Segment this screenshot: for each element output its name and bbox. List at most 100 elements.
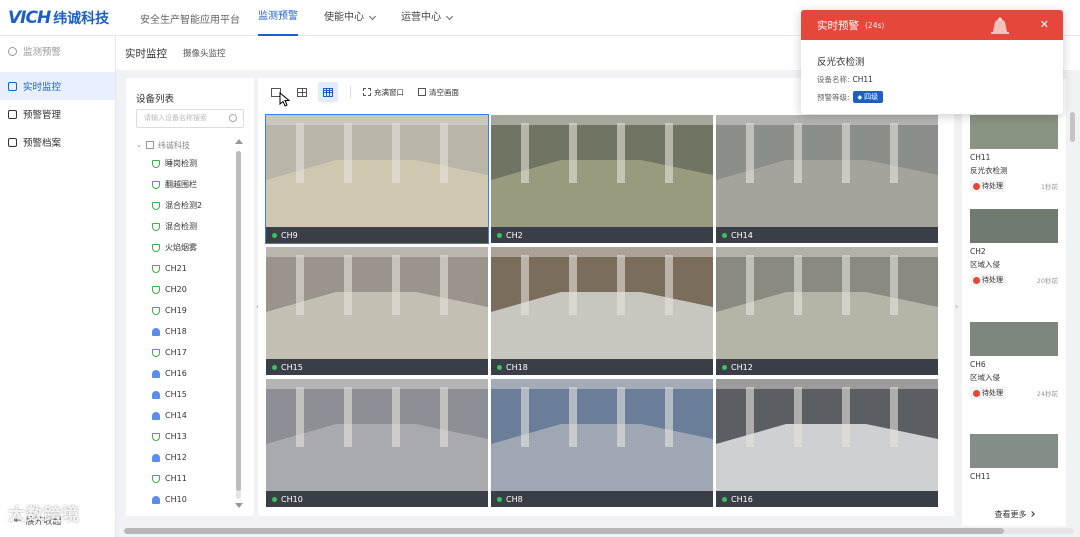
camera-label: CH16 [731, 494, 753, 504]
live-status-icon [722, 232, 727, 238]
device-tree-item[interactable]: CH10 [136, 489, 234, 510]
device-tree-item[interactable]: CH15 [136, 384, 234, 405]
sidebar-item-alert-manage[interactable]: 预警管理 [0, 100, 115, 128]
device-tree-item[interactable]: CH17 [136, 342, 234, 363]
camera-tile[interactable]: CH18 [491, 247, 713, 375]
monitor-icon [8, 81, 17, 91]
device-tree-item-label: CH16 [165, 369, 187, 378]
live-status-icon [497, 364, 502, 370]
scroll-down-arrow[interactable] [235, 503, 243, 508]
camera-icon [152, 159, 160, 168]
alarm-camera: CH2 [970, 247, 986, 256]
live-status-icon [722, 496, 727, 502]
camera-tile[interactable]: CH16 [716, 379, 938, 507]
search-icon[interactable] [229, 114, 237, 122]
level-value: 四级 [864, 93, 879, 101]
close-icon[interactable]: ✕ [1040, 18, 1049, 31]
fill-window-button[interactable]: 充满窗口 [363, 87, 404, 98]
view-more-label: 查看更多 [994, 509, 1027, 519]
camera-icon [152, 432, 160, 441]
camera-icon [152, 180, 160, 189]
watermark: 大数跨境 [8, 505, 80, 525]
alarm-status-row: 待处理 20秒前 [970, 274, 1058, 286]
live-status-icon [272, 364, 277, 370]
device-search-input[interactable]: 请输入设备名称搜索 [136, 109, 244, 128]
camera-online-icon [152, 390, 160, 399]
alert-manage-icon [8, 109, 17, 119]
alarm-snapshot [970, 115, 1058, 149]
camera-feed [491, 115, 713, 227]
popup-header: 实时预警 (24s) ✕ [801, 10, 1063, 40]
device-tree-item[interactable]: CH20 [136, 279, 234, 300]
layout-four-button[interactable] [292, 82, 312, 102]
camera-icon [152, 348, 160, 357]
nav-operations-center[interactable]: 运营中心 [401, 0, 454, 36]
tab-camera-monitor[interactable]: 摄像头监控 [183, 47, 226, 59]
camera-tile[interactable]: CH9 [265, 114, 489, 244]
camera-icon [152, 264, 160, 273]
platform-title: 安全生产智能应用平台 [140, 15, 240, 26]
collapse-right-icon[interactable]: › [955, 302, 961, 312]
alarm-card[interactable]: CH11 反光衣检测 待处理 1秒前 [970, 115, 1058, 217]
camera-tile[interactable]: CH12 [716, 247, 938, 375]
device-list-scrollbar[interactable] [236, 151, 241, 499]
device-tree-item[interactable]: CH18 [136, 321, 234, 342]
device-tree-item-label: 睡岗检测 [165, 159, 197, 168]
device-tree-item-label: CH15 [165, 390, 187, 399]
camera-tile[interactable]: CH14 [716, 115, 938, 243]
nav-monitoring-warning[interactable]: 监测预警 [258, 0, 298, 36]
video-wall: 充满窗口 清空画面 CH9 CH2 CH14 CH15 CH18 CH12 CH10 CH8 C… [258, 78, 954, 516]
scroll-up-arrow[interactable] [235, 139, 243, 144]
tab-realtime[interactable]: 实时监控 [125, 46, 167, 61]
alarm-list-panel: 理 CH11反光衣检测待处理1秒前CH2区域入侵待处理20秒前CH6区域入侵待处… [962, 78, 1066, 516]
horizontal-scrollbar[interactable] [124, 528, 1074, 534]
status-badge: 待处理 [970, 274, 1006, 286]
device-tree-item[interactable]: 翻越围栏 [136, 174, 234, 195]
popup-device-row: 设备名称: CH11 [817, 74, 1063, 85]
sidebar-item-realtime[interactable]: 实时监控 [0, 72, 115, 100]
camera-tile-footer: CH9 [266, 227, 488, 243]
nav-enablement-center[interactable]: 使能中心 [324, 0, 377, 36]
alarm-card[interactable]: CH2 区域入侵 待处理 20秒前 [970, 209, 1058, 311]
device-tree-item[interactable]: CH11 [136, 468, 234, 489]
device-tree-item[interactable]: CH12 [136, 447, 234, 468]
camera-grid: CH9 CH2 CH14 CH15 CH18 CH12 CH10 CH8 CH16 [265, 114, 940, 507]
clear-screen-label: 清空画面 [429, 87, 459, 97]
tree-root-label: 纬诚科技 [157, 140, 190, 150]
camera-tile-footer: CH12 [716, 359, 938, 375]
device-tree-item[interactable]: 混合检测 [136, 216, 234, 237]
status-badge: 待处理 [970, 387, 1006, 399]
logo[interactable]: VICH 纬诚科技 [8, 8, 109, 28]
device-tree-item-label: CH19 [165, 306, 187, 315]
device-tree-item-label: 火焰烟雾 [165, 243, 197, 252]
scrollbar-thumb[interactable] [124, 528, 1004, 534]
settings-icon [8, 46, 17, 56]
sidebar-item-archive[interactable]: 预警档案 [0, 128, 115, 156]
device-tree-item[interactable]: 睡岗检测 [136, 153, 234, 174]
scrollbar-thumb[interactable] [236, 151, 241, 491]
device-tree-item-label: CH12 [165, 453, 187, 462]
sidebar-item-monitoring[interactable]: 监测预警 [0, 36, 115, 66]
camera-tile[interactable]: CH2 [491, 115, 713, 243]
camera-tile[interactable]: CH8 [491, 379, 713, 507]
tree-root[interactable]: ⌄ 纬诚科技 [136, 137, 234, 153]
layout-nine-button[interactable] [318, 82, 338, 102]
device-tree-item[interactable]: CH14 [136, 405, 234, 426]
clear-screen-button[interactable]: 清空画面 [418, 87, 459, 98]
camera-tile[interactable]: CH15 [266, 247, 488, 375]
live-status-icon [722, 364, 727, 370]
sidebar-item-label: 预警管理 [23, 110, 62, 121]
device-tree-item[interactable]: 火焰烟雾 [136, 237, 234, 258]
alarm-card[interactable]: CH6 区域入侵 待处理 24秒前 [970, 322, 1058, 424]
alarm-list-scrollbar[interactable] [1070, 112, 1075, 142]
camera-tile[interactable]: CH10 [266, 379, 488, 507]
view-more-link[interactable]: 查看更多 [962, 502, 1066, 526]
top-nav: 监测预警 使能中心 运营中心 [258, 0, 478, 36]
device-tree-item[interactable]: CH21 [136, 258, 234, 279]
toolbar-divider [350, 86, 351, 98]
device-tree-item[interactable]: CH19 [136, 300, 234, 321]
device-tree-item[interactable]: CH16 [136, 363, 234, 384]
device-tree-item-label: CH21 [165, 264, 187, 273]
device-tree-item[interactable]: CH13 [136, 426, 234, 447]
device-tree-item[interactable]: 混合检测2 [136, 195, 234, 216]
